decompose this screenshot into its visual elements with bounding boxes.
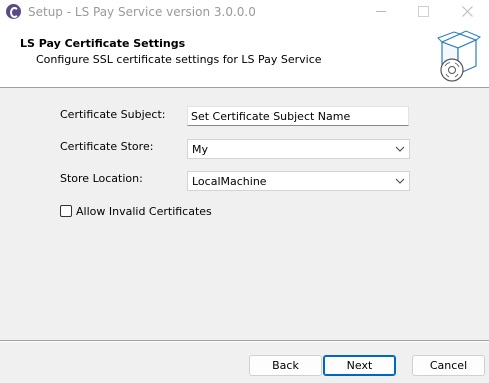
certificate-store-value: My <box>192 143 209 156</box>
store-location-label: Store Location: <box>60 172 143 185</box>
certificate-store-dropdown[interactable]: My <box>187 139 410 159</box>
chevron-down-icon <box>395 178 405 184</box>
store-location-dropdown[interactable]: LocalMachine <box>187 171 410 191</box>
window-title: Setup - LS Pay Service version 3.0.0.0 <box>28 5 256 19</box>
page-subtitle: Configure SSL certificate settings for L… <box>36 53 322 66</box>
close-button[interactable] <box>445 0 489 24</box>
page-title: LS Pay Certificate Settings <box>20 37 186 50</box>
footer-divider-highlight <box>0 341 489 342</box>
page-header: LS Pay Certificate Settings Configure SS… <box>0 24 489 88</box>
certificate-store-label: Certificate Store: <box>60 140 154 153</box>
minimize-button[interactable] <box>358 0 402 24</box>
setup-window: Setup - LS Pay Service version 3.0.0.0 L… <box>0 0 489 383</box>
ls-logo-icon <box>6 4 21 19</box>
allow-invalid-certificates-checkbox[interactable] <box>60 205 72 217</box>
installer-box-disc-icon <box>437 30 481 82</box>
allow-invalid-certificates-label[interactable]: Allow Invalid Certificates <box>76 205 212 218</box>
back-button[interactable]: Back <box>249 355 322 376</box>
close-icon <box>462 6 473 17</box>
maximize-button[interactable] <box>401 0 445 24</box>
title-bar: Setup - LS Pay Service version 3.0.0.0 <box>0 0 489 24</box>
store-location-value: LocalMachine <box>192 175 267 188</box>
cancel-button[interactable]: Cancel <box>412 355 485 376</box>
certificate-subject-input[interactable] <box>187 106 409 126</box>
next-button[interactable]: Next <box>323 355 396 376</box>
chevron-down-icon <box>395 146 405 152</box>
certificate-subject-label: Certificate Subject: <box>60 108 166 121</box>
